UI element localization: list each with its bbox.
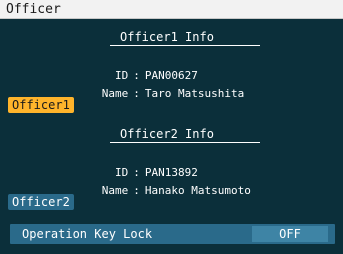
- officer2-button[interactable]: Officer2: [8, 194, 74, 210]
- officer1-button[interactable]: Officer1: [8, 97, 74, 113]
- officer1-section-title: Officer1 Info: [120, 30, 214, 44]
- officer2-section-title: Officer2 Info: [120, 127, 214, 141]
- officer2-section-underline: [110, 142, 260, 143]
- officer1-name-separator: :: [133, 87, 140, 100]
- officer1-section-underline: [110, 45, 260, 46]
- officer2-name-value: Hanako Matsumoto: [144, 184, 251, 197]
- officer1-name-value: Taro Matsushita: [144, 87, 245, 100]
- operation-key-lock-value[interactable]: OFF: [252, 226, 328, 242]
- window-title: Officer: [0, 0, 343, 19]
- officer2-name-separator: :: [133, 184, 140, 197]
- operation-key-lock-label: Operation Key Lock: [22, 227, 153, 241]
